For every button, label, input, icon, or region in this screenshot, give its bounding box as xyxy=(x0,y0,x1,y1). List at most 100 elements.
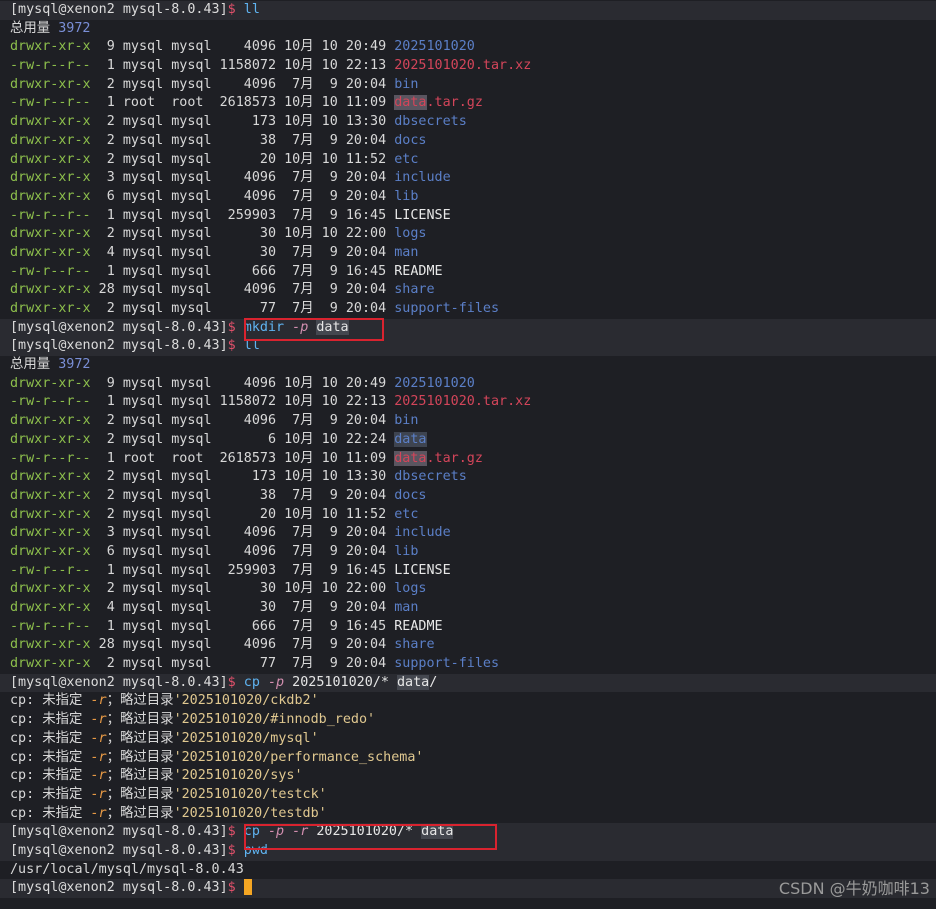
error-flag: -r xyxy=(90,768,107,784)
file-permissions: drwxr-xr-x xyxy=(10,301,91,316)
file-row: drwxr-xr-x 2 mysql mysql 30 10月 10 22:00… xyxy=(10,225,936,244)
command: ll xyxy=(243,2,260,17)
error-flag: -r xyxy=(90,730,107,746)
file-row: -rw-r--r-- 1 mysql mysql 259903 7月 9 16:… xyxy=(10,207,936,226)
file-permissions: drwxr-xr-x xyxy=(10,76,91,92)
file-meta: 2 mysql mysql 173 10月 10 13:30 xyxy=(90,114,395,130)
file-row: drwxr-xr-x 2 mysql mysql 20 10月 10 11:52… xyxy=(10,506,936,525)
file-meta: 2 mysql mysql 30 10月 10 22:00 xyxy=(90,581,395,597)
error-text: ；略过目录 xyxy=(106,768,174,784)
file-name-highlight: data xyxy=(394,450,427,466)
file-name: etc xyxy=(394,151,419,167)
highlight-box-cp xyxy=(244,824,497,850)
prompt-text: [mysql@xenon2 mysql-8.0.43] xyxy=(10,674,228,690)
file-meta: 1 mysql mysql 1158072 10月 10 22:13 xyxy=(90,394,395,410)
command-line: [mysql@xenon2 mysql-8.0.43]$ ll xyxy=(0,1,936,20)
file-row: drwxr-xr-x 2 mysql mysql 6 10月 10 22:24 … xyxy=(10,431,936,450)
file-meta: 3 mysql mysql 4096 7月 9 20:04 xyxy=(90,525,395,541)
file-permissions: drwxr-xr-x xyxy=(10,170,91,186)
file-permissions: -rw-r--r-- xyxy=(10,450,91,466)
file-permissions: drwxr-xr-x xyxy=(10,226,91,242)
file-meta: 28 mysql mysql 4096 7月 9 20:04 xyxy=(90,637,395,653)
file-name: share xyxy=(394,282,435,298)
file-name: LICENSE xyxy=(394,207,451,223)
file-row: drwxr-xr-x 3 mysql mysql 4096 7月 9 20:04… xyxy=(10,524,936,543)
prompt-dollar: $ xyxy=(227,338,244,354)
file-permissions: drwxr-xr-x xyxy=(10,469,91,485)
file-name: logs xyxy=(394,581,427,597)
file-row: drwxr-xr-x 2 mysql mysql 4096 7月 9 20:04… xyxy=(10,412,936,431)
total-label: 总用量 xyxy=(10,20,59,36)
file-permissions: -rw-r--r-- xyxy=(10,58,91,74)
file-name: lib xyxy=(394,188,419,204)
file-meta: 28 mysql mysql 4096 7月 9 20:04 xyxy=(90,282,395,298)
file-permissions: drwxr-xr-x xyxy=(10,114,91,130)
file-permissions: drwxr-xr-x xyxy=(10,487,91,503)
file-permissions: drwxr-xr-x xyxy=(10,375,91,391)
pwd-output: /usr/local/mysql/mysql-8.0.43 xyxy=(10,861,244,877)
error-line: cp: 未指定 -r；略过目录'2025101020/#innodb_redo' xyxy=(10,711,936,730)
file-meta: 4 mysql mysql 30 7月 9 20:04 xyxy=(90,600,395,615)
file-meta: 9 mysql mysql 4096 10月 10 20:49 xyxy=(90,375,395,391)
file-permissions: drwxr-xr-x xyxy=(10,413,91,429)
total-value: 3972 xyxy=(58,357,91,373)
file-permissions: -rw-r--r-- xyxy=(10,263,91,279)
error-path: '2025101020/performance_schema' xyxy=(173,749,424,765)
prompt-text: [mysql@xenon2 mysql-8.0.43] xyxy=(10,824,228,840)
file-name: 2025101020 xyxy=(394,39,475,55)
file-permissions: drwxr-xr-x xyxy=(10,656,91,672)
error-text: ；略过目录 xyxy=(106,712,174,728)
prompt-dollar: $ xyxy=(227,824,244,840)
command-line: [mysql@xenon2 mysql-8.0.43]$ ll xyxy=(0,337,936,357)
file-row: -rw-r--r-- 1 mysql mysql 666 7月 9 16:45 … xyxy=(10,263,936,282)
error-flag: -r xyxy=(90,693,107,709)
file-name: dbsecrets xyxy=(394,114,467,130)
file-row: drwxr-xr-x 9 mysql mysql 4096 10月 10 20:… xyxy=(10,375,936,394)
file-meta: 2 mysql mysql 173 10月 10 13:30 xyxy=(90,469,395,485)
file-permissions: drwxr-xr-x xyxy=(10,39,91,55)
file-row: drwxr-xr-x 2 mysql mysql 20 10月 10 11:52… xyxy=(10,151,936,170)
file-name: include xyxy=(394,170,451,186)
file-meta: 2 mysql mysql 38 7月 9 20:04 xyxy=(90,487,395,503)
error-path: '2025101020/mysql' xyxy=(173,730,319,746)
prompt-text: [mysql@xenon2 mysql-8.0.43] xyxy=(10,319,228,335)
prompt-dollar: $ xyxy=(227,2,244,17)
error-prefix: cp: 未指定 xyxy=(10,712,91,728)
terminal-output: [mysql@xenon2 mysql-8.0.43]$ ll 总用量 3972 d… xyxy=(0,1,936,898)
file-meta: 1 mysql mysql 259903 7月 9 16:45 xyxy=(90,207,395,223)
file-name: .tar.gz xyxy=(426,450,483,466)
prompt-dollar: $ xyxy=(227,674,244,690)
error-prefix: cp: 未指定 xyxy=(10,749,91,765)
terminal-window[interactable]: [mysql@xenon2 mysql-8.0.43]$ ll 总用量 3972 d… xyxy=(0,0,936,909)
error-prefix: cp: 未指定 xyxy=(10,768,91,784)
command-arg: / xyxy=(429,674,438,690)
file-name: lib xyxy=(394,543,419,559)
prompt-text: [mysql@xenon2 mysql-8.0.43] xyxy=(10,880,228,896)
command-arg: 2025101020/* xyxy=(292,674,397,690)
file-meta: 2 mysql mysql 38 7月 9 20:04 xyxy=(90,132,395,148)
file-row: -rw-r--r-- 1 mysql mysql 1158072 10月 10 … xyxy=(10,393,936,412)
file-row: drwxr-xr-x 2 mysql mysql 4096 7月 9 20:04… xyxy=(10,76,936,95)
file-permissions: -rw-r--r-- xyxy=(10,562,91,578)
file-name: 2025101020.tar.xz xyxy=(394,394,532,410)
file-name: LICENSE xyxy=(394,562,451,578)
watermark: CSDN @牛奶咖啡13 xyxy=(778,879,930,898)
prompt-text: [mysql@xenon2 mysql-8.0.43] xyxy=(10,338,228,354)
prompt-dollar: $ xyxy=(227,319,244,335)
cursor-block[interactable] xyxy=(243,879,252,896)
file-meta: 1 mysql mysql 666 7月 9 16:45 xyxy=(90,618,395,634)
file-name-highlight: data xyxy=(394,95,427,111)
file-name: data xyxy=(394,431,427,447)
error-text: ；略过目录 xyxy=(106,749,174,765)
file-name: share xyxy=(394,637,435,653)
error-prefix: cp: 未指定 xyxy=(10,786,91,802)
command-option: -p xyxy=(267,674,293,690)
file-permissions: drwxr-xr-x xyxy=(10,282,91,298)
file-meta: 2 mysql mysql 30 10月 10 22:00 xyxy=(90,226,395,242)
file-meta: 2 mysql mysql 77 7月 9 20:04 xyxy=(90,656,395,672)
file-row: drwxr-xr-x 2 mysql mysql 173 10月 10 13:3… xyxy=(10,468,936,487)
file-permissions: drwxr-xr-x xyxy=(10,543,91,559)
file-name: bin xyxy=(394,76,419,92)
file-meta: 2 mysql mysql 20 10月 10 11:52 xyxy=(90,151,395,167)
highlight-box-mkdir xyxy=(244,318,384,341)
